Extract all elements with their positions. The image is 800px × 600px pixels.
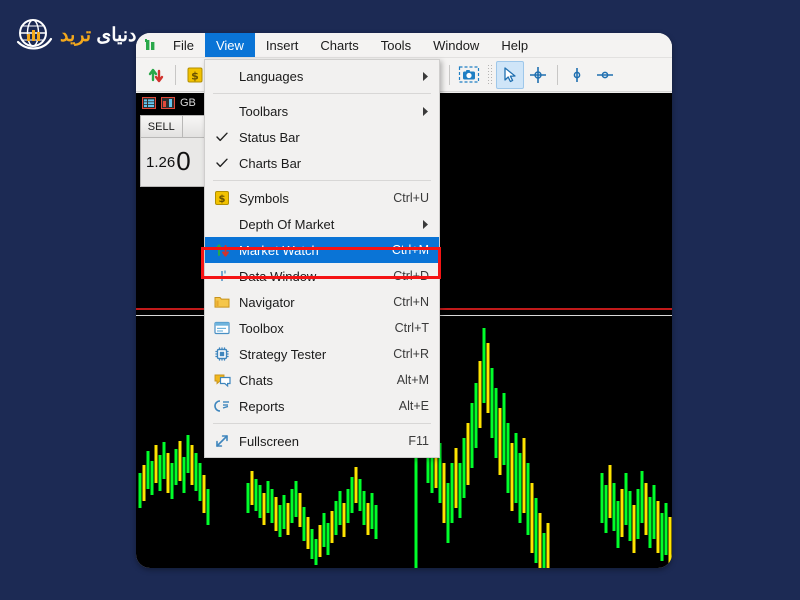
menu-insert-label: Insert [265, 37, 299, 53]
menu-file[interactable]: File [162, 33, 205, 57]
menu-item-strategy-tester[interactable]: Strategy Tester Ctrl+R [205, 341, 439, 367]
menu-item-label: Depth Of Market [239, 216, 335, 232]
brand-word-2: ترید [60, 24, 92, 46]
toolbar-separator-2 [449, 64, 450, 85]
brand-word-1: دنیای [96, 24, 137, 46]
up-down-arrows-icon [205, 242, 239, 258]
menu-item-accel: Ctrl+U [393, 191, 429, 205]
menu-item-reports[interactable]: Reports Alt+E [205, 393, 439, 419]
metatrader-window: File View Insert Charts Tools Window Hel… [136, 33, 672, 568]
menu-item-accel: Ctrl+T [394, 321, 429, 335]
fullscreen-arrow-icon [205, 433, 239, 449]
toolbox-panel-icon [205, 321, 239, 335]
menu-item-accel: Ctrl+R [393, 347, 429, 361]
submenu-arrow-icon [417, 71, 429, 81]
menu-item-market-watch[interactable]: Market Watch Ctrl+M [205, 237, 439, 263]
svg-text:$: $ [191, 69, 199, 82]
menu-tools-label: Tools [380, 37, 412, 53]
menu-help-label: Help [501, 37, 529, 53]
menu-insert[interactable]: Insert [255, 33, 310, 57]
menu-view[interactable]: View [204, 33, 255, 57]
menu-item-toolbox[interactable]: Toolbox Ctrl+T [205, 315, 439, 341]
menu-item-accel: Ctrl+M [391, 243, 429, 257]
menu-charts-label: Charts [320, 37, 359, 53]
menu-item-accel: F11 [408, 434, 429, 448]
menu-item-label: Fullscreen [239, 433, 299, 449]
menu-separator [213, 180, 431, 181]
reports-icon [205, 399, 239, 414]
submenu-arrow-icon [417, 219, 429, 229]
checkmark-icon [205, 132, 239, 142]
brand-watermark: دنیای ترید [14, 12, 144, 58]
menu-item-accel: Alt+M [396, 373, 429, 387]
menu-item-label: Status Bar [239, 129, 300, 145]
menu-item-label: Toolbox [239, 320, 284, 336]
menu-item-status-bar[interactable]: Status Bar [205, 124, 439, 150]
menu-item-toolbars[interactable]: Toolbars [205, 98, 439, 124]
checkmark-icon [205, 158, 239, 168]
cursor-arrow-icon[interactable] [496, 60, 524, 89]
dollar-badge-icon: $ [205, 190, 239, 206]
menu-item-navigator[interactable]: Navigator Ctrl+N [205, 289, 439, 315]
menu-bar: File View Insert Charts Tools Window Hel… [136, 33, 672, 58]
menu-tools[interactable]: Tools [370, 33, 422, 57]
menu-item-label: Symbols [239, 190, 289, 206]
menu-item-label: Reports [239, 398, 285, 414]
menu-item-label: Charts Bar [239, 155, 302, 171]
menu-separator [213, 423, 431, 424]
data-crosshair-icon [205, 268, 239, 284]
menu-item-label: Languages [239, 68, 304, 84]
menu-item-data-window[interactable]: Data Window Ctrl+D [205, 263, 439, 289]
menu-item-symbols[interactable]: $ Symbols Ctrl+U [205, 185, 439, 211]
screenshot-icon[interactable] [455, 61, 483, 89]
menu-item-fullscreen[interactable]: Fullscreen F11 [205, 428, 439, 454]
brand-text: دنیای ترید [60, 26, 136, 45]
globe-chart-logo-icon [14, 15, 54, 55]
menu-item-label: Strategy Tester [239, 346, 327, 362]
menu-item-charts-bar[interactable]: Charts Bar [205, 150, 439, 176]
menu-item-label: Data Window [239, 268, 317, 284]
menu-item-label: Navigator [239, 294, 295, 310]
menu-window[interactable]: Window [422, 33, 490, 57]
submenu-arrow-icon [417, 106, 429, 116]
menu-file-label: File [173, 37, 194, 53]
menu-item-label: Toolbars [239, 103, 289, 119]
view-dropdown-menu[interactable]: Languages Toolbars Status Bar Charts Bar… [204, 59, 440, 458]
menu-item-accel: Ctrl+D [393, 269, 429, 283]
menu-item-depth-of-market[interactable]: Depth Of Market [205, 211, 439, 237]
crosshair-icon[interactable] [524, 61, 552, 89]
toolbar-separator [175, 64, 176, 85]
menu-item-chats[interactable]: Chats Alt+M [205, 367, 439, 393]
folder-icon [205, 295, 239, 309]
menu-separator [213, 93, 431, 94]
menu-charts[interactable]: Charts [309, 33, 369, 57]
menu-item-label: Chats [239, 372, 273, 388]
menu-help[interactable]: Help [490, 33, 539, 57]
menu-window-label: Window [433, 37, 480, 53]
menu-item-accel: Alt+E [398, 399, 429, 413]
menu-view-label: View [215, 37, 244, 53]
toolbar-grip-2[interactable] [487, 63, 492, 86]
new-order-icon[interactable] [142, 61, 170, 89]
menu-item-label: Market Watch [239, 242, 319, 258]
metatrader-logo-icon [140, 33, 162, 57]
menu-item-languages[interactable]: Languages [205, 63, 439, 89]
menu-item-accel: Ctrl+N [393, 295, 429, 309]
horizontal-line-icon[interactable] [591, 61, 619, 89]
toolbar-separator-3 [557, 64, 558, 85]
cpu-chip-icon [205, 346, 239, 362]
chat-bubble-icon [205, 373, 239, 388]
vertical-line-icon[interactable] [563, 61, 591, 89]
svg-text:$: $ [219, 194, 226, 205]
